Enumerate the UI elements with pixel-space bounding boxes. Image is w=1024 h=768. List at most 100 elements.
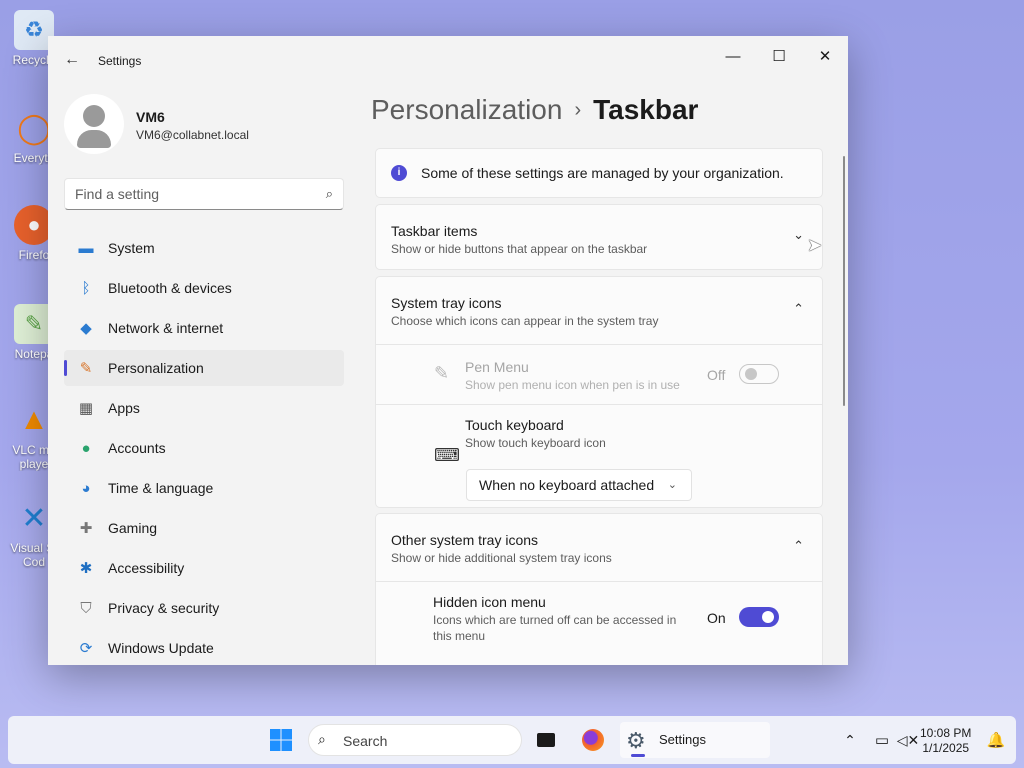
- sidebar-item-privacy[interactable]: ⛉ Privacy & security: [64, 590, 344, 626]
- info-icon: i: [391, 165, 407, 181]
- sidebar-item-label: Gaming: [108, 520, 158, 536]
- sidebar-item-time-language[interactable]: ◕ Time & language: [64, 470, 344, 506]
- bell-icon: 🔔: [986, 732, 1006, 749]
- avatar-head: [83, 105, 105, 127]
- taskbar-search-label: Search: [343, 733, 388, 749]
- back-arrow-icon: ←: [64, 51, 80, 68]
- breadcrumb-parent[interactable]: Personalization: [371, 94, 562, 125]
- system-display-icon: ▬: [78, 239, 94, 257]
- sidebar-item-apps[interactable]: ▦ Apps: [64, 390, 344, 426]
- setting-title: Pen Menu: [465, 359, 529, 375]
- accessibility-icon: ✱: [79, 560, 93, 577]
- toggle-state-label: On: [707, 610, 726, 626]
- sidebar-item-system[interactable]: ▬ System: [64, 230, 344, 266]
- back-button[interactable]: ←: [62, 50, 82, 70]
- scrollbar[interactable]: [843, 156, 845, 406]
- volume-button[interactable]: ◁✕: [896, 724, 920, 756]
- search-field[interactable]: ⌕: [64, 178, 344, 210]
- keyboard-icon: ⌨: [434, 445, 460, 465]
- shield-icon: ⛉: [80, 599, 92, 617]
- breadcrumb: Personalization › Taskbar: [371, 94, 698, 126]
- pen-menu-toggle[interactable]: [739, 364, 779, 384]
- sidebar-item-label: Bluetooth & devices: [108, 280, 232, 296]
- gear-icon: ⚙: [626, 728, 646, 753]
- clock[interactable]: 10:08 PM 1/1/2025: [920, 726, 971, 756]
- show-hidden-icons-button[interactable]: ⌃: [840, 724, 860, 756]
- pen-icon: ✎: [434, 363, 450, 383]
- sidebar-item-network[interactable]: ◆ Network & internet: [64, 310, 344, 346]
- volume-muted-icon: ◁✕: [896, 731, 920, 748]
- notifications-button[interactable]: 🔔: [986, 724, 1006, 756]
- toggle-knob: [762, 611, 774, 623]
- taskbar: ⌕ Search ⚙ Settings ⌃ ▭ ◁✕ 10:08 PM 1/1/…: [8, 716, 1016, 764]
- gamepad-icon: ✚: [79, 520, 93, 537]
- setting-subtitle-line2: this menu: [433, 629, 486, 643]
- chevron-down-icon: ⌄: [667, 479, 677, 491]
- search-icon: ⌕: [325, 186, 333, 201]
- clock-time: 10:08 PM: [920, 726, 972, 740]
- managed-notice: i Some of these settings are managed by …: [375, 148, 823, 198]
- sidebar-item-label: Network & internet: [108, 320, 224, 336]
- taskbar-items-card[interactable]: Taskbar items Show or hide buttons that …: [375, 204, 823, 270]
- hidden-icon-menu-toggle[interactable]: [739, 607, 779, 627]
- other-tray-header[interactable]: Other system tray icons Show or hide add…: [391, 532, 612, 565]
- taskbar-firefox[interactable]: [578, 724, 608, 756]
- close-button[interactable]: ✕: [802, 42, 848, 72]
- card-subtitle: Show or hide additional system tray icon…: [391, 551, 612, 565]
- start-button[interactable]: [266, 724, 296, 756]
- toggle-state-label: Off: [707, 367, 726, 383]
- system-tray-card: System tray icons Choose which icons can…: [375, 276, 823, 508]
- sidebar-item-bluetooth[interactable]: ᛒ Bluetooth & devices: [64, 270, 344, 306]
- minimize-button[interactable]: —: [710, 42, 756, 72]
- chevron-down-icon[interactable]: ⌄: [793, 227, 804, 243]
- settings-window: ← Settings — ☐ ✕ VM6 VM6@collabnet.local…: [48, 36, 848, 665]
- chevron-up-icon: ⌃: [844, 731, 856, 748]
- system-tray-header[interactable]: System tray icons Choose which icons can…: [391, 295, 658, 328]
- taskbar-settings[interactable]: ⚙ Settings: [620, 722, 770, 758]
- search-input[interactable]: [65, 179, 305, 209]
- sidebar-item-accounts[interactable]: ● Accounts: [64, 430, 344, 466]
- chevron-up-icon[interactable]: ⌃: [793, 538, 804, 554]
- avatar[interactable]: [64, 94, 124, 154]
- dropdown-value: When no keyboard attached: [479, 477, 655, 493]
- sidebar-item-accessibility[interactable]: ✱ Accessibility: [64, 550, 344, 586]
- touch-keyboard-dropdown[interactable]: When no keyboard attached ⌄: [466, 469, 692, 501]
- windows-logo-icon: [270, 729, 292, 751]
- sidebar-item-windows-update[interactable]: ⟳ Windows Update: [64, 630, 344, 665]
- sidebar-item-label: Time & language: [108, 480, 214, 496]
- toggle-knob: [745, 368, 757, 380]
- sidebar-item-label: Accounts: [108, 440, 166, 456]
- card-subtitle: Show or hide buttons that appear on the …: [391, 242, 648, 256]
- network-status-button[interactable]: ▭: [872, 724, 892, 756]
- globe-clock-icon: ◕: [81, 479, 91, 497]
- sidebar-item-label: Windows Update: [108, 640, 214, 656]
- accounts-icon: ●: [81, 439, 91, 457]
- sidebar-item-label: Personalization: [108, 360, 204, 376]
- setting-subtitle: Show pen menu icon when pen is in use: [465, 378, 680, 392]
- page-title: Taskbar: [593, 94, 699, 125]
- chevron-up-icon[interactable]: ⌃: [793, 301, 804, 317]
- setting-subtitle-line1: Icons which are turned off can be access…: [433, 613, 677, 627]
- sidebar-item-gaming[interactable]: ✚ Gaming: [64, 510, 344, 546]
- maximize-button[interactable]: ☐: [756, 42, 802, 72]
- profile-name: VM6: [136, 109, 165, 125]
- bluetooth-icon: ᛒ: [81, 279, 91, 297]
- mouse-cursor-icon: ➤: [807, 235, 823, 255]
- other-tray-card: Other system tray icons Show or hide add…: [375, 513, 823, 665]
- setting-title: Touch keyboard: [465, 417, 564, 433]
- paintbrush-icon: ✎: [79, 360, 93, 377]
- setting-title: Hidden icon menu: [433, 594, 546, 610]
- task-view-button[interactable]: [534, 724, 558, 756]
- windows-update-icon: ⟳: [79, 640, 93, 657]
- profile-email: VM6@collabnet.local: [136, 128, 249, 142]
- wifi-icon: ◆: [80, 320, 92, 337]
- clock-date: 1/1/2025: [922, 741, 970, 755]
- sidebar-nav: ▬ System ᛒ Bluetooth & devices ◆ Network…: [64, 230, 344, 665]
- window-title: Settings: [98, 54, 142, 68]
- card-subtitle: Choose which icons can appear in the sys…: [391, 314, 659, 328]
- title-bar: ← Settings — ☐ ✕: [48, 36, 848, 84]
- card-title: Taskbar items: [391, 223, 478, 239]
- breadcrumb-separator: ›: [574, 99, 582, 121]
- taskbar-search[interactable]: ⌕ Search: [308, 724, 522, 756]
- sidebar-item-personalization[interactable]: ✎ Personalization: [64, 350, 344, 386]
